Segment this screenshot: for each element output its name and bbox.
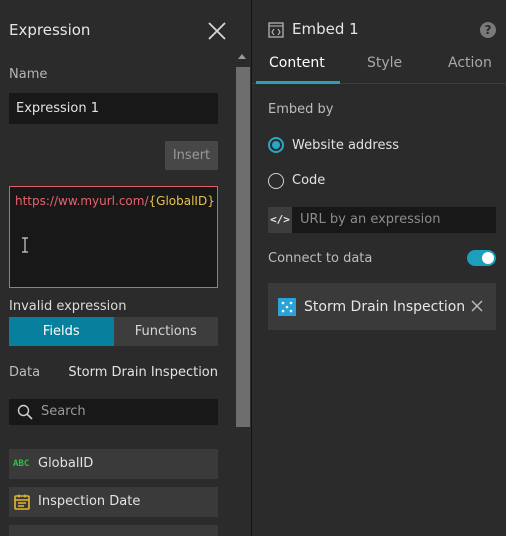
data-source-value[interactable]: Storm Drain Inspection: [68, 365, 218, 380]
data-source-name: Storm Drain Inspection: [304, 299, 466, 315]
expression-url-text: https://ww.myurl.com/: [15, 194, 149, 208]
active-tab-indicator: [256, 81, 340, 84]
embed-widget-icon: [268, 22, 284, 38]
url-expression-input[interactable]: URL by an expression: [292, 207, 496, 233]
field-name: GlobalID: [38, 456, 94, 471]
radio-label[interactable]: Website address: [292, 138, 399, 153]
field-name: Inspection Date: [38, 494, 141, 509]
abc-string-icon: ABC: [13, 459, 30, 469]
text-cursor-icon: [22, 237, 28, 253]
feature-layer-icon: [278, 298, 296, 316]
tab-functions[interactable]: Functions: [113, 317, 218, 346]
close-icon[interactable]: [206, 20, 228, 42]
calendar-date-icon: [14, 494, 30, 510]
data-label: Data: [9, 365, 41, 380]
radio-code[interactable]: [268, 173, 284, 189]
expression-field-token: {GlobalID}: [148, 194, 215, 208]
search-placeholder: Search: [41, 404, 86, 419]
connect-data-label: Connect to data: [268, 251, 373, 266]
tab-style[interactable]: Style: [367, 55, 402, 71]
name-label: Name: [9, 67, 48, 82]
field-item-globalid[interactable]: ABC GlobalID: [9, 449, 218, 479]
scroll-up-arrow-icon[interactable]: [238, 54, 246, 59]
widget-title: Embed 1: [292, 20, 359, 38]
scroll-thumb[interactable]: [236, 67, 250, 427]
name-input[interactable]: Expression 1: [9, 93, 218, 124]
help-icon[interactable]: ?: [480, 22, 496, 38]
radio-website-address[interactable]: [268, 137, 284, 153]
tab-content[interactable]: Content: [269, 55, 325, 71]
insert-button[interactable]: Insert: [165, 141, 218, 170]
radio-label[interactable]: Code: [292, 173, 325, 188]
remove-data-icon[interactable]: [471, 300, 483, 312]
connect-data-toggle[interactable]: [467, 250, 496, 266]
data-source-card[interactable]: Storm Drain Inspection: [268, 283, 496, 330]
expression-editor[interactable]: https://ww.myurl.com/{GlobalID}: [9, 186, 218, 288]
embed-settings-panel: Embed 1 ? Content Style Action Embed by …: [252, 0, 506, 536]
field-item-inspection-date[interactable]: Inspection Date: [9, 487, 218, 517]
expression-code-icon[interactable]: </>: [268, 207, 292, 233]
tab-fields[interactable]: Fields: [9, 317, 114, 346]
embed-by-label: Embed by: [268, 102, 334, 117]
search-icon: [17, 404, 33, 420]
search-input[interactable]: Search: [9, 399, 218, 425]
settings-tabs: Content Style Action: [252, 49, 506, 84]
scrollbar[interactable]: [234, 51, 251, 536]
expression-panel: Expression Name Expression 1 Insert http…: [0, 0, 251, 536]
error-message: Invalid expression: [9, 299, 127, 314]
tab-action[interactable]: Action: [448, 55, 492, 71]
field-item-partial[interactable]: [9, 525, 218, 536]
fields-functions-tabs: Fields Functions: [9, 317, 218, 346]
panel-title: Expression: [9, 21, 91, 39]
